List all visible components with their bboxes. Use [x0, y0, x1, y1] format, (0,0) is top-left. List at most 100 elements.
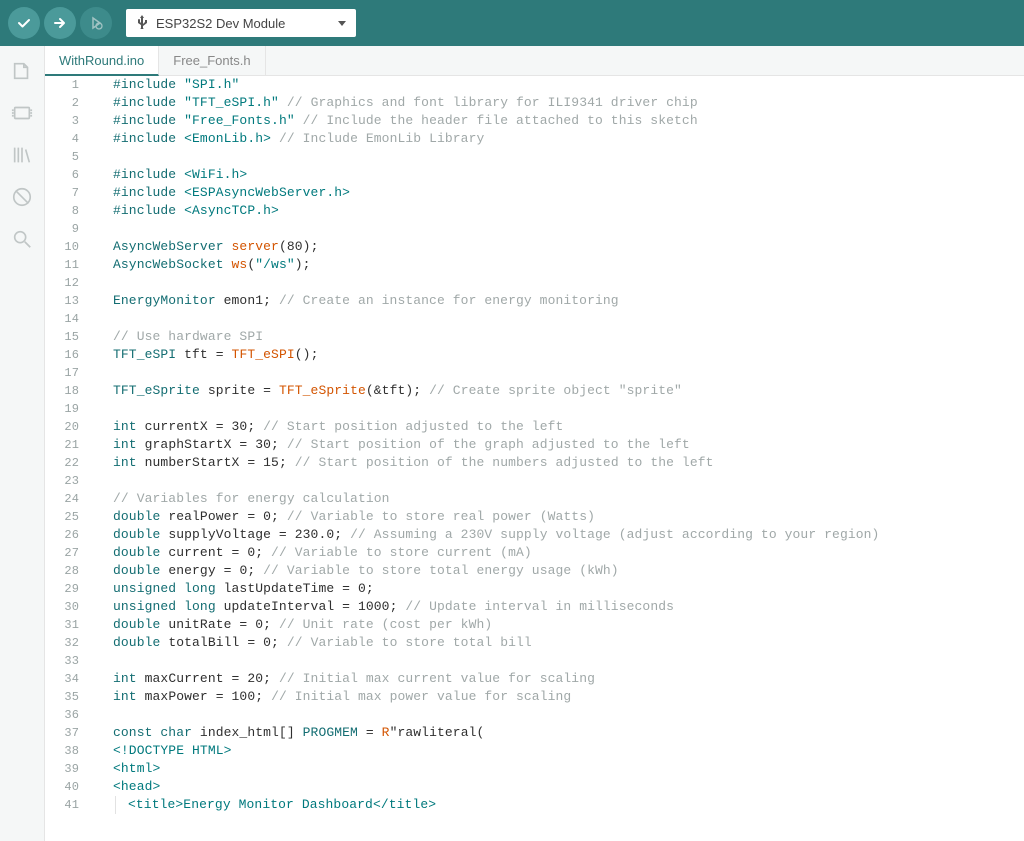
debug-button[interactable] [80, 7, 112, 39]
code-line[interactable]: 24// Variables for energy calculation [45, 490, 1024, 508]
code-line[interactable]: 10AsyncWebServer server(80); [45, 238, 1024, 256]
code-content[interactable]: double energy = 0; // Variable to store … [93, 562, 1024, 580]
code-content[interactable] [93, 364, 1024, 382]
tab-free-fonts[interactable]: Free_Fonts.h [159, 46, 265, 75]
code-content[interactable] [93, 310, 1024, 328]
code-content[interactable] [93, 220, 1024, 238]
code-line[interactable]: 9 [45, 220, 1024, 238]
code-line[interactable]: 35int maxPower = 100; // Initial max pow… [45, 688, 1024, 706]
code-content[interactable]: double realPower = 0; // Variable to sto… [93, 508, 1024, 526]
line-number: 41 [45, 796, 93, 814]
code-content[interactable]: #include "TFT_eSPI.h" // Graphics and fo… [93, 94, 1024, 112]
code-line[interactable]: 3#include "Free_Fonts.h" // Include the … [45, 112, 1024, 130]
code-line[interactable]: 21int graphStartX = 30; // Start positio… [45, 436, 1024, 454]
code-content[interactable]: #include <ESPAsyncWebServer.h> [93, 184, 1024, 202]
code-content[interactable]: unsigned long lastUpdateTime = 0; [93, 580, 1024, 598]
code-content[interactable] [93, 148, 1024, 166]
code-line[interactable]: 29unsigned long lastUpdateTime = 0; [45, 580, 1024, 598]
code-content[interactable]: double unitRate = 0; // Unit rate (cost … [93, 616, 1024, 634]
code-content[interactable]: <head> [93, 778, 1024, 796]
code-line[interactable]: 26double supplyVoltage = 230.0; // Assum… [45, 526, 1024, 544]
code-content[interactable]: #include "SPI.h" [93, 76, 1024, 94]
board-name: ESP32S2 Dev Module [156, 16, 285, 31]
code-line[interactable]: 6#include <WiFi.h> [45, 166, 1024, 184]
code-line[interactable]: 14 [45, 310, 1024, 328]
code-content[interactable] [93, 400, 1024, 418]
code-content[interactable]: int maxCurrent = 20; // Initial max curr… [93, 670, 1024, 688]
sketchbook-icon[interactable] [11, 60, 33, 82]
code-content[interactable] [93, 652, 1024, 670]
code-content[interactable]: double current = 0; // Variable to store… [93, 544, 1024, 562]
code-line[interactable]: 23 [45, 472, 1024, 490]
line-number: 28 [45, 562, 93, 580]
code-content[interactable]: int currentX = 30; // Start position adj… [93, 418, 1024, 436]
code-content[interactable]: <!DOCTYPE HTML> [93, 742, 1024, 760]
code-line[interactable]: 5 [45, 148, 1024, 166]
code-content[interactable]: double totalBill = 0; // Variable to sto… [93, 634, 1024, 652]
code-line[interactable]: 28double energy = 0; // Variable to stor… [45, 562, 1024, 580]
code-content[interactable]: <html> [93, 760, 1024, 778]
code-line[interactable]: 2#include "TFT_eSPI.h" // Graphics and f… [45, 94, 1024, 112]
code-content[interactable] [93, 706, 1024, 724]
code-content[interactable]: TFT_eSprite sprite = TFT_eSprite(&tft); … [93, 382, 1024, 400]
boards-manager-icon[interactable] [11, 102, 33, 124]
code-line[interactable]: 41<title>Energy Monitor Dashboard</title… [45, 796, 1024, 814]
line-number: 20 [45, 418, 93, 436]
code-line[interactable]: 27double current = 0; // Variable to sto… [45, 544, 1024, 562]
library-manager-icon[interactable] [11, 144, 33, 166]
code-content[interactable]: #include <WiFi.h> [93, 166, 1024, 184]
code-content[interactable] [93, 472, 1024, 490]
code-content[interactable]: <title>Energy Monitor Dashboard</title> [93, 796, 1024, 814]
code-line[interactable]: 39<html> [45, 760, 1024, 778]
code-content[interactable]: #include "Free_Fonts.h" // Include the h… [93, 112, 1024, 130]
code-content[interactable]: double supplyVoltage = 230.0; // Assumin… [93, 526, 1024, 544]
code-line[interactable]: 17 [45, 364, 1024, 382]
code-content[interactable]: #include <EmonLib.h> // Include EmonLib … [93, 130, 1024, 148]
code-line[interactable]: 8#include <AsyncTCP.h> [45, 202, 1024, 220]
code-line[interactable]: 31double unitRate = 0; // Unit rate (cos… [45, 616, 1024, 634]
code-content[interactable]: int graphStartX = 30; // Start position … [93, 436, 1024, 454]
code-content[interactable]: EnergyMonitor emon1; // Create an instan… [93, 292, 1024, 310]
code-line[interactable]: 32double totalBill = 0; // Variable to s… [45, 634, 1024, 652]
code-line[interactable]: 34int maxCurrent = 20; // Initial max cu… [45, 670, 1024, 688]
code-content[interactable]: int maxPower = 100; // Initial max power… [93, 688, 1024, 706]
code-line[interactable]: 7#include <ESPAsyncWebServer.h> [45, 184, 1024, 202]
code-line[interactable]: 22int numberStartX = 15; // Start positi… [45, 454, 1024, 472]
line-number: 9 [45, 220, 93, 238]
code-content[interactable]: AsyncWebServer server(80); [93, 238, 1024, 256]
code-line[interactable]: 38<!DOCTYPE HTML> [45, 742, 1024, 760]
code-line[interactable]: 11AsyncWebSocket ws("/ws"); [45, 256, 1024, 274]
code-line[interactable]: 20int currentX = 30; // Start position a… [45, 418, 1024, 436]
code-content[interactable]: int numberStartX = 15; // Start position… [93, 454, 1024, 472]
tab-withround[interactable]: WithRound.ino [45, 46, 159, 76]
line-number: 24 [45, 490, 93, 508]
code-line[interactable]: 33 [45, 652, 1024, 670]
board-selector[interactable]: ESP32S2 Dev Module [126, 9, 356, 37]
code-line[interactable]: 12 [45, 274, 1024, 292]
code-line[interactable]: 1#include "SPI.h" [45, 76, 1024, 94]
code-line[interactable]: 16TFT_eSPI tft = TFT_eSPI(); [45, 346, 1024, 364]
code-content[interactable] [93, 274, 1024, 292]
code-editor[interactable]: 1#include "SPI.h"2#include "TFT_eSPI.h" … [45, 76, 1024, 841]
code-content[interactable]: // Use hardware SPI [93, 328, 1024, 346]
code-content[interactable]: #include <AsyncTCP.h> [93, 202, 1024, 220]
code-line[interactable]: 18TFT_eSprite sprite = TFT_eSprite(&tft)… [45, 382, 1024, 400]
code-line[interactable]: 19 [45, 400, 1024, 418]
code-content[interactable]: TFT_eSPI tft = TFT_eSPI(); [93, 346, 1024, 364]
code-line[interactable]: 15// Use hardware SPI [45, 328, 1024, 346]
code-content[interactable]: const char index_html[] PROGMEM = R"rawl… [93, 724, 1024, 742]
code-content[interactable]: unsigned long updateInterval = 1000; // … [93, 598, 1024, 616]
search-icon[interactable] [11, 228, 33, 250]
upload-button[interactable] [44, 7, 76, 39]
code-content[interactable]: // Variables for energy calculation [93, 490, 1024, 508]
code-line[interactable]: 37const char index_html[] PROGMEM = R"ra… [45, 724, 1024, 742]
code-line[interactable]: 30unsigned long updateInterval = 1000; /… [45, 598, 1024, 616]
debug-panel-icon[interactable] [11, 186, 33, 208]
code-line[interactable]: 13EnergyMonitor emon1; // Create an inst… [45, 292, 1024, 310]
code-line[interactable]: 25double realPower = 0; // Variable to s… [45, 508, 1024, 526]
code-line[interactable]: 40<head> [45, 778, 1024, 796]
verify-button[interactable] [8, 7, 40, 39]
code-content[interactable]: AsyncWebSocket ws("/ws"); [93, 256, 1024, 274]
code-line[interactable]: 4#include <EmonLib.h> // Include EmonLib… [45, 130, 1024, 148]
code-line[interactable]: 36 [45, 706, 1024, 724]
